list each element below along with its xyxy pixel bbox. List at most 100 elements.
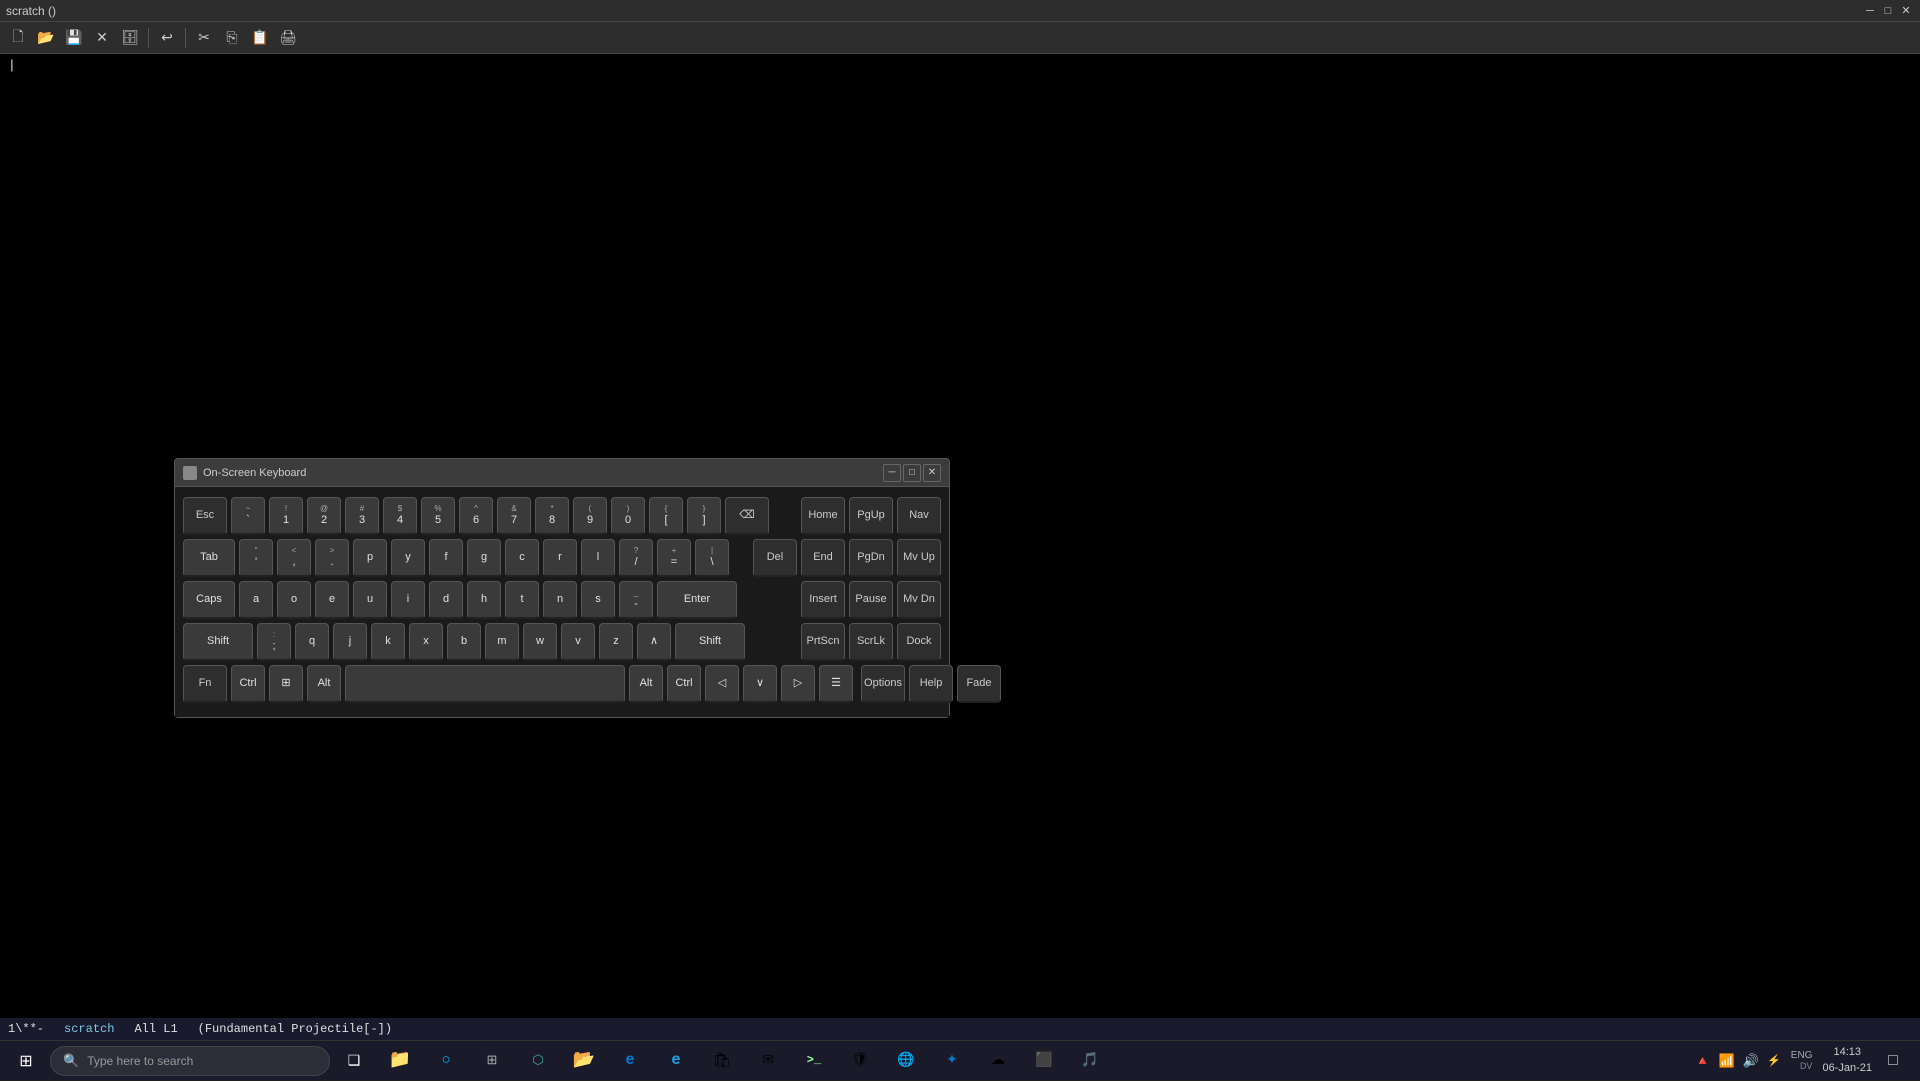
key-k[interactable]: k	[371, 623, 405, 661]
taskbar-store[interactable]: 🛍	[700, 1041, 744, 1081]
minimize-button[interactable]: ─	[1862, 3, 1878, 19]
key-6[interactable]: ^6	[459, 497, 493, 535]
copy-button[interactable]: ⎘	[220, 26, 244, 50]
key-8[interactable]: *8	[535, 497, 569, 535]
key-comma[interactable]: <,	[277, 539, 311, 577]
key-quote[interactable]: "'	[239, 539, 273, 577]
key-b[interactable]: b	[447, 623, 481, 661]
key-lbracket[interactable]: {[	[649, 497, 683, 535]
key-x[interactable]: x	[409, 623, 443, 661]
key-w[interactable]: w	[523, 623, 557, 661]
taskbar-vscode[interactable]: ✦	[930, 1041, 974, 1081]
cut-button[interactable]: ✂	[192, 26, 216, 50]
key-pause[interactable]: Pause	[849, 581, 893, 619]
key-s[interactable]: s	[581, 581, 615, 619]
taskbar-terminal[interactable]: >_	[792, 1041, 836, 1081]
key-1[interactable]: !1	[269, 497, 303, 535]
key-7[interactable]: &7	[497, 497, 531, 535]
key-4[interactable]: $4	[383, 497, 417, 535]
key-backslash[interactable]: |\	[695, 539, 729, 577]
key-q[interactable]: q	[295, 623, 329, 661]
wifi-icon[interactable]: 📶	[1719, 1053, 1735, 1069]
key-5[interactable]: %5	[421, 497, 455, 535]
key-plus[interactable]: +=	[657, 539, 691, 577]
key-insert[interactable]: Insert	[801, 581, 845, 619]
osk-minimize-button[interactable]: ─	[883, 464, 901, 482]
key-l[interactable]: l	[581, 539, 615, 577]
key-esc[interactable]: Esc	[183, 497, 227, 535]
close-button[interactable]: ✕	[1898, 3, 1914, 19]
osk-close-button[interactable]: ✕	[923, 464, 941, 482]
key-shift-left[interactable]: Shift	[183, 623, 253, 661]
key-prtscn[interactable]: PrtScn	[801, 623, 845, 661]
key-m[interactable]: m	[485, 623, 519, 661]
key-alt-right[interactable]: Alt	[629, 665, 663, 703]
volume-icon[interactable]: 🔊	[1743, 1053, 1759, 1069]
key-p[interactable]: p	[353, 539, 387, 577]
search-bar[interactable]: 🔍 Type here to search	[50, 1046, 330, 1076]
key-alt-left[interactable]: Alt	[307, 665, 341, 703]
save-file-button[interactable]: 💾	[62, 26, 86, 50]
taskbar-media[interactable]: 🎵	[1068, 1041, 1112, 1081]
key-home[interactable]: Home	[801, 497, 845, 535]
open-file-button[interactable]: 📂	[34, 26, 58, 50]
key-rbracket[interactable]: }]	[687, 497, 721, 535]
key-j[interactable]: j	[333, 623, 367, 661]
taskbar-security[interactable]: 🛡	[838, 1041, 882, 1081]
key-end[interactable]: End	[801, 539, 845, 577]
taskbar-explorer[interactable]: 📁	[378, 1041, 422, 1081]
key-arrow-down[interactable]: ∨	[743, 665, 777, 703]
key-pgup[interactable]: PgUp	[849, 497, 893, 535]
battery-icon[interactable]: ⚡	[1767, 1054, 1781, 1067]
notification-button[interactable]: □	[1878, 1046, 1908, 1076]
key-options[interactable]: Options	[861, 665, 905, 703]
key-minus[interactable]: _-	[619, 581, 653, 619]
key-y[interactable]: y	[391, 539, 425, 577]
key-pgdn[interactable]: PgDn	[849, 539, 893, 577]
taskbar-cloud[interactable]: ☁	[976, 1041, 1020, 1081]
key-fn[interactable]: Fn	[183, 665, 227, 703]
key-win[interactable]: ⊞	[269, 665, 303, 703]
key-arrow-right[interactable]: ▷	[781, 665, 815, 703]
key-slash[interactable]: ?/	[619, 539, 653, 577]
save-as-button[interactable]: 🗄	[118, 26, 142, 50]
key-caret[interactable]: ∧	[637, 623, 671, 661]
task-view-button[interactable]: ❑	[332, 1041, 376, 1081]
maximize-button[interactable]: □	[1880, 3, 1896, 19]
taskbar-mail[interactable]: ✉	[746, 1041, 790, 1081]
key-3[interactable]: #3	[345, 497, 379, 535]
taskbar-edge[interactable]: e	[608, 1041, 652, 1081]
close-file-button[interactable]: ✕	[90, 26, 114, 50]
key-2[interactable]: @2	[307, 497, 341, 535]
taskbar-fileexp[interactable]: 📂	[562, 1041, 606, 1081]
osk-titlebar[interactable]: On-Screen Keyboard ─ □ ✕	[175, 459, 949, 487]
key-backspace[interactable]: ⌫	[725, 497, 769, 535]
key-enter[interactable]: Enter	[657, 581, 737, 619]
key-r[interactable]: r	[543, 539, 577, 577]
key-d[interactable]: d	[429, 581, 463, 619]
key-n[interactable]: n	[543, 581, 577, 619]
key-u[interactable]: u	[353, 581, 387, 619]
network-icon[interactable]: 🔺	[1695, 1053, 1711, 1069]
print-button[interactable]: 🖨	[276, 26, 300, 50]
taskbar-taskview[interactable]: ⊞	[470, 1041, 514, 1081]
key-tab[interactable]: Tab	[183, 539, 235, 577]
key-menu[interactable]: ☰	[819, 665, 853, 703]
key-shift-right[interactable]: Shift	[675, 623, 745, 661]
key-tilde[interactable]: ~`	[231, 497, 265, 535]
taskbar-cortana[interactable]: ○	[424, 1041, 468, 1081]
key-help[interactable]: Help	[909, 665, 953, 703]
key-9[interactable]: (9	[573, 497, 607, 535]
key-f[interactable]: f	[429, 539, 463, 577]
key-z[interactable]: z	[599, 623, 633, 661]
taskbar-ie[interactable]: e	[654, 1041, 698, 1081]
key-o[interactable]: o	[277, 581, 311, 619]
key-a[interactable]: a	[239, 581, 273, 619]
undo-button[interactable]: ↩	[155, 26, 179, 50]
key-period[interactable]: >.	[315, 539, 349, 577]
taskbar-scratch[interactable]: ⬡	[516, 1041, 560, 1081]
key-mv-dn[interactable]: Mv Dn	[897, 581, 941, 619]
key-e[interactable]: e	[315, 581, 349, 619]
key-c[interactable]: c	[505, 539, 539, 577]
new-file-button[interactable]: 🗋	[6, 26, 30, 50]
